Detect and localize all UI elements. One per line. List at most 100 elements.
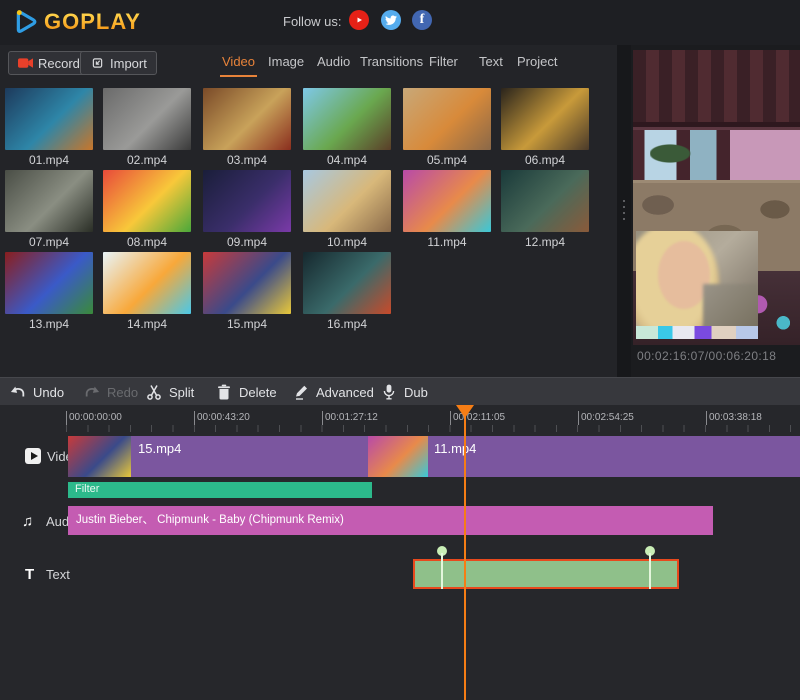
text-track-icon (25, 566, 34, 583)
record-label: Record (38, 56, 80, 71)
youtube-icon[interactable] (349, 10, 369, 30)
tab-transitions[interactable]: Transitions (360, 54, 423, 69)
clip-label: 11.mp4 (434, 441, 476, 456)
ruler-timestamp: 00:03:38:18 (706, 411, 762, 425)
split-scissors-icon (146, 384, 162, 400)
clip-label: 15.mp4 (138, 441, 181, 456)
video-clip[interactable]: 15.mp4 11.mp4 (68, 436, 800, 477)
record-camera-icon (18, 57, 33, 69)
preview-timecode: 00:02:16:07/00:06:20:18 (637, 349, 776, 363)
goplay-play-icon (8, 6, 40, 38)
tab-video[interactable]: Video (222, 54, 255, 69)
text-track-label: Text (46, 567, 70, 582)
media-item[interactable]: 12.mp4 (501, 170, 593, 249)
media-item[interactable]: 03.mp4 (203, 88, 295, 167)
media-item[interactable]: 02.mp4 (103, 88, 195, 167)
dub-button[interactable]: Dub (381, 378, 428, 406)
text-keyframe-pin-stem (649, 553, 651, 589)
media-filename: 06.mp4 (501, 153, 589, 167)
drag-dots-icon (623, 200, 625, 224)
delete-button[interactable]: Delete (216, 378, 277, 406)
filter-clip[interactable]: Filter (68, 482, 372, 498)
undo-icon (10, 384, 26, 400)
undo-button[interactable]: Undo (10, 378, 64, 406)
playhead-handle[interactable] (456, 405, 474, 418)
logo-text: GOPLAY (44, 9, 141, 35)
media-thumbnail (403, 88, 491, 150)
import-label: Import (110, 56, 147, 71)
media-thumbnail (501, 88, 589, 150)
redo-button[interactable]: Redo (84, 378, 138, 406)
media-thumbnail (501, 170, 589, 232)
video-track-icon (25, 448, 41, 464)
playhead-line[interactable] (464, 405, 466, 700)
media-filename: 14.mp4 (103, 317, 191, 331)
preview-panel: 00:02:16:07/00:06:20:18 (631, 45, 800, 377)
media-thumbnail (103, 88, 191, 150)
dub-microphone-icon (381, 384, 397, 400)
media-filename: 09.mp4 (203, 235, 291, 249)
split-button[interactable]: Split (146, 378, 194, 406)
record-button[interactable]: Record (8, 51, 90, 75)
text-keyframe-pin-stem (441, 553, 443, 589)
media-filename: 16.mp4 (303, 317, 391, 331)
import-button[interactable]: Import (80, 51, 157, 75)
media-filename: 11.mp4 (403, 235, 491, 249)
tab-project[interactable]: Project (517, 54, 557, 69)
webcam-subject-sweater (703, 284, 758, 329)
media-filename: 02.mp4 (103, 153, 191, 167)
twitter-icon[interactable] (381, 10, 401, 30)
ruler-timestamp: 00:01:27:12 (322, 411, 378, 425)
media-library-panel: Record Import Video Image Audio Transitions… (0, 45, 617, 377)
media-filename: 04.mp4 (303, 153, 391, 167)
advanced-button[interactable]: Advanced (293, 378, 374, 406)
media-item[interactable]: 08.mp4 (103, 170, 195, 249)
media-filename: 13.mp4 (5, 317, 93, 331)
media-item[interactable]: 04.mp4 (303, 88, 395, 167)
app-header: GOPLAY Follow us: (0, 0, 800, 45)
media-thumbnail (203, 88, 291, 150)
media-thumbnail (203, 170, 291, 232)
media-thumbnail (5, 170, 93, 232)
media-item[interactable]: 05.mp4 (403, 88, 495, 167)
preview-scene-roof (633, 50, 800, 127)
facebook-icon[interactable] (412, 10, 432, 30)
media-thumbnail (303, 252, 391, 314)
media-item[interactable]: 09.mp4 (203, 170, 295, 249)
media-thumbnail (203, 252, 291, 314)
media-filename: 05.mp4 (403, 153, 491, 167)
media-item[interactable]: 13.mp4 (5, 252, 97, 331)
media-item[interactable]: 14.mp4 (103, 252, 195, 331)
audio-clip[interactable]: Justin Bieber、 Chipmunk - Baby (Chipmunk… (68, 506, 713, 535)
ruler-timestamp: 00:00:43:20 (194, 411, 250, 425)
media-thumbnail (5, 252, 93, 314)
media-item[interactable]: 06.mp4 (501, 88, 593, 167)
tab-image[interactable]: Image (268, 54, 304, 69)
tab-audio[interactable]: Audio (317, 54, 350, 69)
follow-us-label: Follow us: (283, 14, 342, 29)
media-filename: 12.mp4 (501, 235, 589, 249)
text-clip[interactable] (413, 559, 679, 589)
media-item[interactable]: 16.mp4 (303, 252, 395, 331)
media-item[interactable]: 15.mp4 (203, 252, 295, 331)
clip-thumbnail-15mp4 (68, 436, 131, 477)
webcam-overlay (636, 231, 758, 339)
preview-scene-openings (633, 130, 800, 180)
media-thumbnail (403, 170, 491, 232)
media-item[interactable]: 11.mp4 (403, 170, 495, 249)
tab-filter[interactable]: Filter (429, 54, 458, 69)
redo-icon (84, 384, 100, 400)
panel-resize-handle[interactable] (617, 45, 631, 377)
media-item[interactable]: 07.mp4 (5, 170, 97, 249)
media-filename: 01.mp4 (5, 153, 93, 167)
filter-clip-label: Filter (75, 483, 99, 495)
audio-track-icon (22, 513, 33, 530)
media-thumbnail (303, 170, 391, 232)
media-item[interactable]: 01.mp4 (5, 88, 97, 167)
ruler-timestamp: 00:02:54:25 (578, 411, 634, 425)
import-icon (90, 57, 105, 69)
media-thumbnail (303, 88, 391, 150)
timeline: 00:00:00:0000:00:43:2000:01:27:1200:02:1… (0, 405, 800, 700)
media-item[interactable]: 10.mp4 (303, 170, 395, 249)
tab-text[interactable]: Text (479, 54, 503, 69)
